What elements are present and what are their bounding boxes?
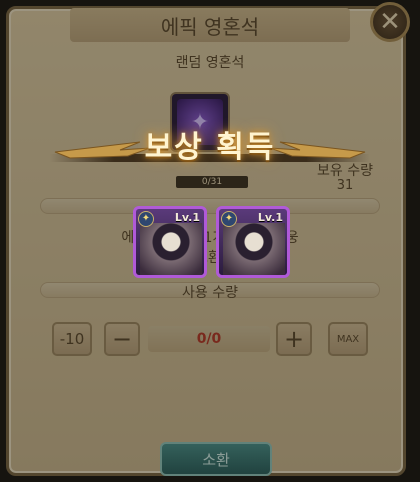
reward-title: 보상 획득: [144, 130, 276, 165]
reward-card[interactable]: ✦ Lv.1: [216, 206, 290, 278]
hero-portrait-icon: [140, 223, 202, 275]
hero-level: Lv.1: [257, 211, 283, 224]
reward-card[interactable]: ✦ Lv.1: [133, 206, 207, 278]
reward-banner: 보상 획득: [0, 120, 420, 166]
hero-portrait-icon: [223, 223, 285, 275]
hero-level: Lv.1: [174, 211, 200, 224]
star-badge-icon: ✦: [221, 211, 237, 227]
star-badge-icon: ✦: [138, 211, 154, 227]
popup-dim[interactable]: [0, 0, 420, 482]
